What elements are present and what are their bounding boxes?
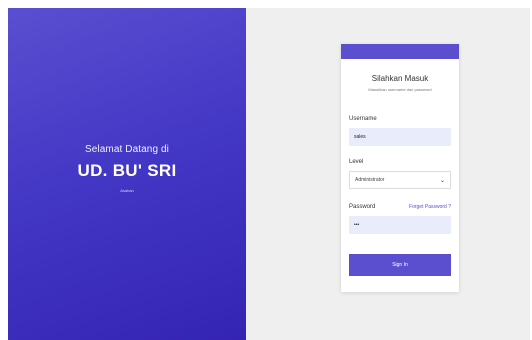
login-card: Silahkan Masuk Masukkan username dan pas… [341, 44, 459, 292]
level-label: Level [349, 159, 364, 165]
username-value: sales [354, 134, 366, 140]
sign-in-button[interactable]: Sign In [349, 254, 451, 276]
company-location: Asahan [120, 188, 134, 193]
password-label-row: Password Forget Password ? [349, 204, 451, 210]
login-panel: Silahkan Masuk Masukkan username dan pas… [246, 8, 530, 340]
username-input[interactable]: sales [349, 128, 451, 146]
forgot-password-link[interactable]: Forget Password ? [409, 204, 451, 210]
username-group: Username sales [349, 116, 451, 146]
welcome-text: Selamat Datang di [85, 144, 169, 155]
level-group: Level Administrator ⌄ [349, 159, 451, 189]
welcome-block: Selamat Datang di UD. BU' SRI Asahan [8, 144, 246, 193]
login-title: Silahkan Masuk [371, 74, 429, 83]
login-subtitle: Masukkan username dan password [368, 87, 432, 92]
level-select[interactable]: Administrator ⌄ [349, 171, 451, 189]
card-header-bar [341, 44, 459, 59]
password-label: Password [349, 204, 376, 210]
welcome-panel: Selamat Datang di UD. BU' SRI Asahan [8, 8, 246, 340]
password-value: ••• [354, 222, 360, 228]
username-label: Username [349, 116, 377, 122]
password-group: Password Forget Password ? ••• [349, 204, 451, 234]
login-page: Selamat Datang di UD. BU' SRI Asahan Sil… [8, 8, 530, 340]
chevron-down-icon: ⌄ [439, 177, 445, 184]
company-name: UD. BU' SRI [77, 161, 177, 180]
password-input[interactable]: ••• [349, 216, 451, 234]
level-selected-value: Administrator [355, 177, 385, 183]
